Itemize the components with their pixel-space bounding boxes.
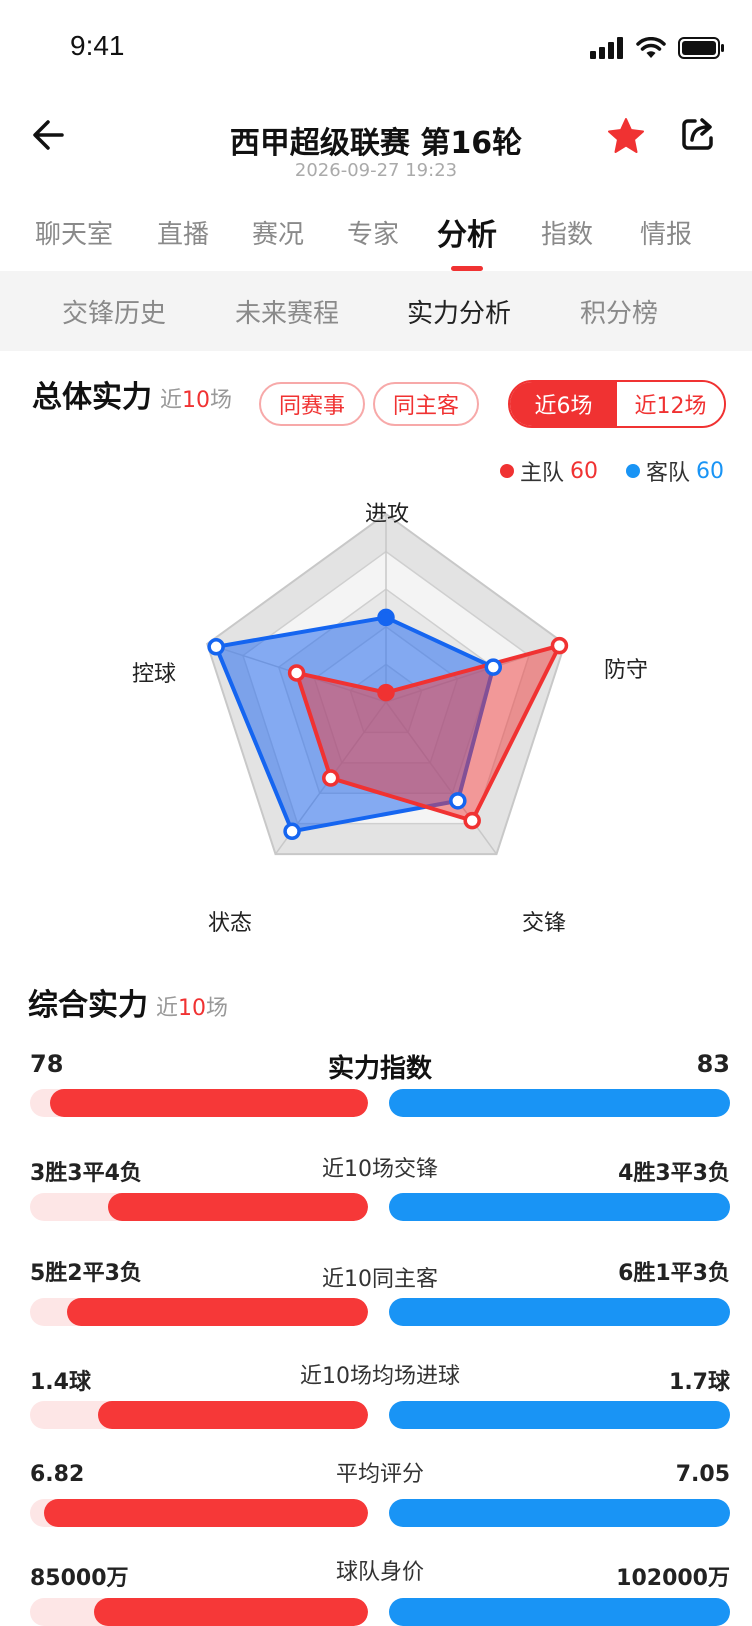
home-radar-point xyxy=(377,683,395,702)
range-last-12[interactable]: 近12场 xyxy=(617,382,724,426)
stat-away-value: 1.7球 xyxy=(669,1370,730,1395)
stat-away-value: 102000万 xyxy=(616,1566,730,1591)
main-tabs: 聊天室 直播 赛况 专家 分析 指数 情报 xyxy=(0,214,752,271)
subtab-strength[interactable]: 实力分析 xyxy=(407,293,511,330)
range-selector: 近6场 近12场 xyxy=(508,380,726,428)
stat-label: 球队身价 xyxy=(335,1560,425,1585)
home-legend-dot xyxy=(499,464,514,478)
stat-label: 近10场交锋 xyxy=(322,1157,438,1182)
stat-row-avg-goals: 1.4球 近10场均场进球 1.7球 xyxy=(30,1364,730,1444)
stat-home-value: 85000万 xyxy=(30,1566,129,1591)
away-radar-point xyxy=(377,608,395,627)
filter-same-competition[interactable]: 同赛事 xyxy=(259,382,365,426)
composite-sub-prefix: 近 xyxy=(156,996,179,1021)
home-bar-fill xyxy=(107,1193,368,1221)
overall-strength-title: 总体实力 近10场 xyxy=(32,372,232,416)
battery-icon xyxy=(678,37,724,59)
stat-away-value: 7.05 xyxy=(675,1462,730,1487)
composite-title-text: 综合实力 xyxy=(28,988,148,1023)
home-bar-fill xyxy=(97,1401,368,1429)
home-radar-point xyxy=(287,664,306,682)
stat-label: 近10场均场进球 xyxy=(300,1364,460,1389)
stat-home-value: 5胜2平3负 xyxy=(30,1261,142,1286)
stat-home-value: 1.4球 xyxy=(30,1370,91,1395)
signal-icon xyxy=(590,37,623,59)
composite-sub-suffix: 场 xyxy=(206,996,229,1021)
home-bar-fill xyxy=(50,1089,368,1117)
home-bar-track xyxy=(30,1499,368,1527)
radar-axis-attack: 进攻 xyxy=(364,502,410,527)
away-bar xyxy=(389,1089,730,1117)
stat-label: 平均评分 xyxy=(335,1462,425,1487)
away-radar-point xyxy=(449,792,467,810)
stat-row-h2h: 3胜3平4负 近10场交锋 4胜3平3负 xyxy=(30,1155,730,1235)
status-icons xyxy=(590,34,724,62)
home-radar-point xyxy=(550,636,569,655)
match-datetime: 2026-09-27 19:23 xyxy=(294,160,458,181)
home-bar-track xyxy=(30,1401,368,1429)
wifi-icon xyxy=(636,37,666,58)
tab-chatroom[interactable]: 聊天室 xyxy=(35,214,113,251)
home-bar-track xyxy=(30,1298,368,1326)
home-bar-track xyxy=(30,1193,368,1221)
subtab-upcoming[interactable]: 未来赛程 xyxy=(235,293,339,330)
stat-away-value: 4胜3平3负 xyxy=(618,1161,730,1186)
away-bar xyxy=(389,1499,730,1527)
sub-tabs: 交锋历史 未来赛程 实力分析 积分榜 xyxy=(0,271,752,351)
home-radar-point xyxy=(463,811,481,830)
away-bar xyxy=(389,1298,730,1326)
stat-home-value: 3胜3平4负 xyxy=(30,1161,142,1186)
stat-away-value: 6胜1平3负 xyxy=(618,1261,730,1286)
tab-experts[interactable]: 专家 xyxy=(347,214,399,251)
away-bar xyxy=(389,1598,730,1626)
away-radar-point xyxy=(207,638,225,656)
home-bar-fill xyxy=(67,1298,368,1326)
stat-label: 实力指数 xyxy=(327,1054,433,1084)
filter-same-venue[interactable]: 同主客 xyxy=(373,382,479,426)
composite-subtitle: 近10场 xyxy=(156,996,228,1021)
home-bar-track xyxy=(30,1598,368,1626)
radar-svg xyxy=(206,512,569,856)
away-bar xyxy=(389,1401,730,1429)
home-radar-point xyxy=(321,769,340,787)
overall-sub-prefix: 近 xyxy=(160,388,183,413)
subtab-h2h-history[interactable]: 交锋历史 xyxy=(62,293,166,330)
home-bar-track xyxy=(30,1089,368,1117)
stat-row-same-venue: 5胜2平3负 近10同主客 6胜1平3负 xyxy=(30,1255,730,1335)
stat-row-strength-index: 78 实力指数 83 xyxy=(30,1050,730,1130)
composite-strength-title: 综合实力 近10场 xyxy=(28,980,228,1024)
stat-away-value: 83 xyxy=(696,1050,730,1078)
tab-live[interactable]: 直播 xyxy=(157,214,209,251)
home-bar-fill xyxy=(94,1598,368,1626)
composite-sub-number: 10 xyxy=(178,996,207,1021)
overall-sub-suffix: 场 xyxy=(210,388,233,413)
radar-chart: 进攻 防守 交锋 状态 控球 xyxy=(0,480,752,940)
tab-analysis[interactable]: 分析 xyxy=(437,210,497,254)
tab-odds[interactable]: 指数 xyxy=(541,214,593,251)
away-radar-point xyxy=(283,822,301,841)
overall-title-text: 总体实力 xyxy=(32,380,152,415)
subtab-standings[interactable]: 积分榜 xyxy=(580,293,658,330)
stat-home-value: 78 xyxy=(30,1050,64,1078)
overall-sub-number: 10 xyxy=(182,388,211,413)
away-radar-point xyxy=(484,658,503,676)
status-time: 9:41 xyxy=(70,30,125,61)
radar-axis-h2h: 交锋 xyxy=(521,911,567,936)
range-last-6[interactable]: 近6场 xyxy=(510,382,617,426)
overall-subtitle: 近10场 xyxy=(160,388,232,413)
home-bar-fill xyxy=(43,1499,368,1527)
tab-intel[interactable]: 情报 xyxy=(640,214,692,251)
stat-row-market-value: 85000万 球队身价 102000万 xyxy=(30,1560,730,1626)
tab-match-status[interactable]: 赛况 xyxy=(252,214,304,251)
radar-axis-form: 状态 xyxy=(207,911,253,936)
radar-axis-possession: 控球 xyxy=(131,662,177,687)
favorite-star-icon[interactable] xyxy=(606,116,646,156)
away-legend-dot xyxy=(625,464,640,478)
stat-label: 近10同主客 xyxy=(322,1267,438,1292)
stat-row-avg-rating: 6.82 平均评分 7.05 xyxy=(30,1462,730,1542)
share-icon[interactable] xyxy=(678,114,718,154)
away-bar xyxy=(389,1193,730,1221)
stat-home-value: 6.82 xyxy=(30,1462,85,1487)
radar-axis-defense: 防守 xyxy=(603,658,649,683)
